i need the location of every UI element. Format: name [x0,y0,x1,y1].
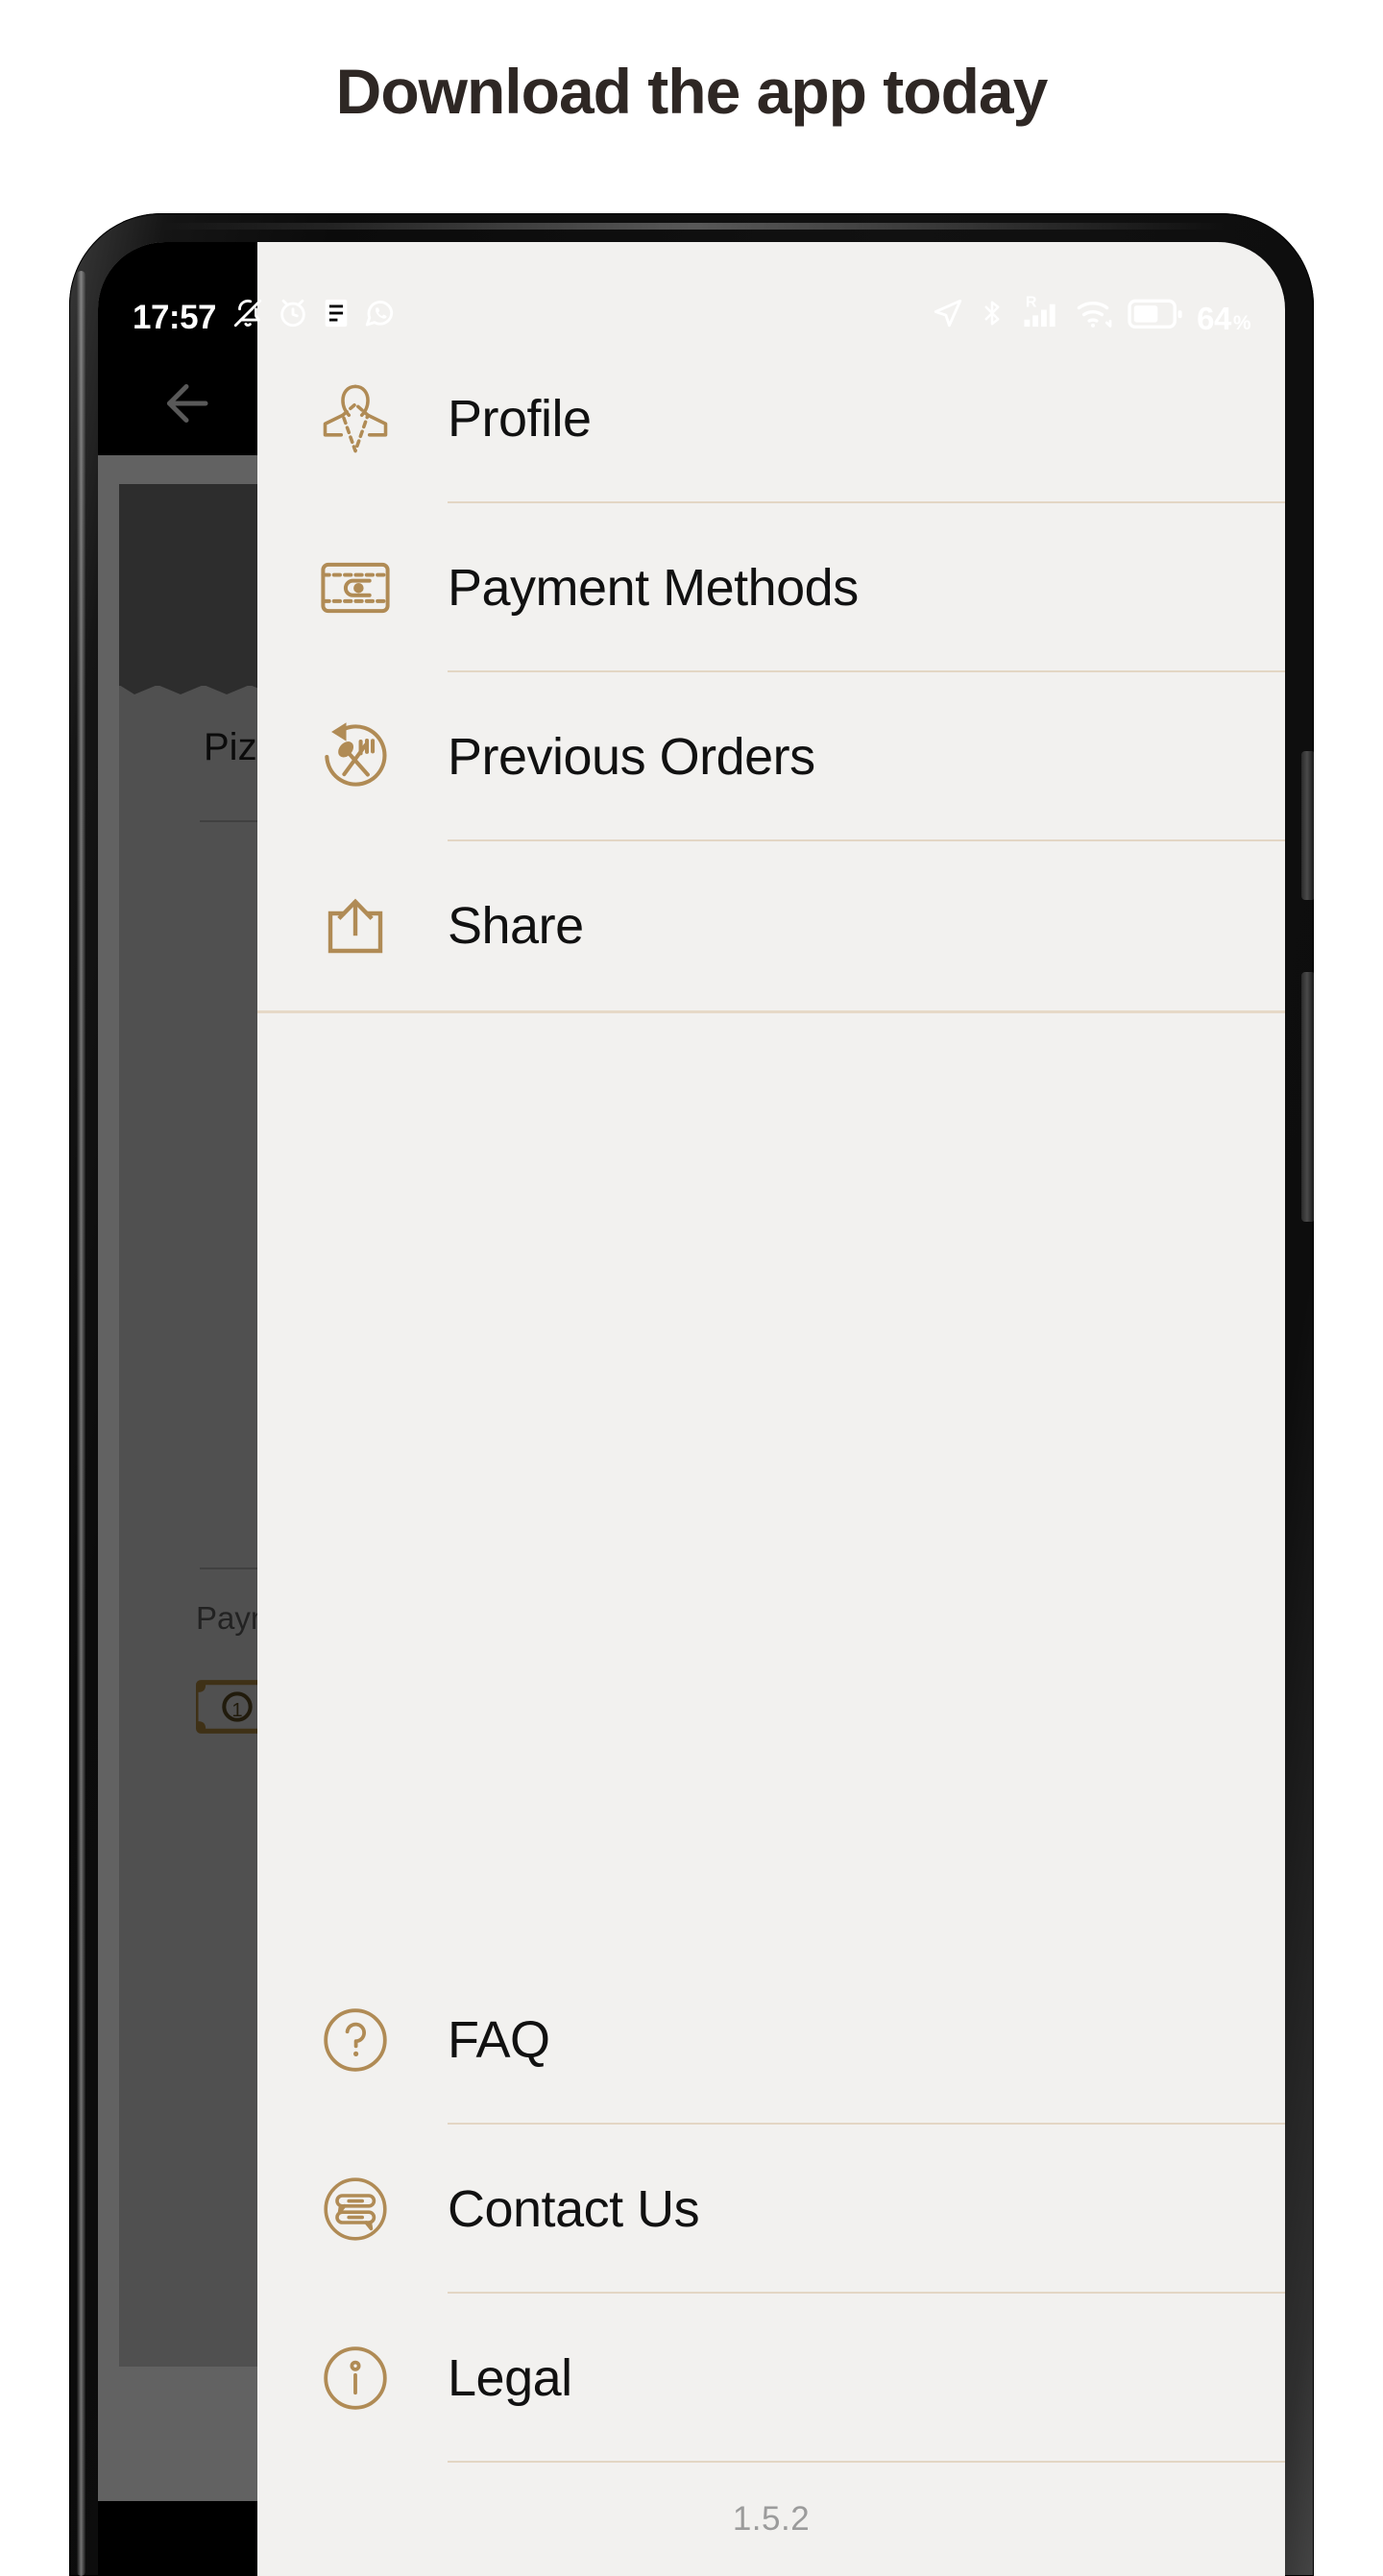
drawer-item-profile[interactable]: Profile [257,334,1285,503]
device-side-button-upper[interactable] [1301,751,1314,900]
status-bar-clock: 17:57 [133,299,217,336]
drawer-item-label: Contact Us [448,2180,700,2238]
alarm-clock-icon [277,297,309,334]
app-version-label: 1.5.2 [732,2500,811,2538]
drawer-item-payment-methods[interactable]: Payment Methods [257,503,1285,672]
phone-device-frame: Pizza Payment T 1 C [69,213,1314,2576]
drawer-item-previous-orders[interactable]: Previous Orders [257,672,1285,841]
drawer-item-divider [448,2461,1285,2463]
status-bar: 17:57 R 64 % [98,242,1285,348]
status-bar-left: 17:57 [133,297,396,334]
phone-screen: Pizza Payment T 1 C [98,242,1285,2576]
drawer-item-share[interactable]: Share [257,841,1285,1010]
drawer-item-label: Payment Methods [448,559,859,617]
drawer-secondary-group: FAQ Contact Us Legal [257,1956,1285,2463]
roaming-signal-icon: R [1020,293,1062,334]
drawer-flex-spacer [257,1013,1285,1956]
info-circle-icon [311,2334,400,2422]
question-circle-icon [311,1996,400,2084]
profile-icon [311,375,400,463]
page-title: Download the app today [335,56,1049,127]
drawer-item-label: Profile [448,390,592,448]
device-side-button-lower[interactable] [1301,972,1314,1222]
drawer-item-label: Previous Orders [448,728,815,786]
bell-off-icon [231,297,264,334]
status-bar-right: R 64 % [932,293,1251,334]
location-arrow-icon [932,297,964,334]
wallet-icon [311,544,400,632]
drawer-item-faq[interactable]: FAQ [257,1956,1285,2125]
battery-icon [1128,299,1183,334]
notes-icon [322,297,351,334]
wifi-icon [1076,297,1114,334]
device-bezel-highlight-top [161,223,1227,230]
battery-percent-label: 64% [1197,303,1250,334]
navigation-drawer: Profile Payment Methods Previous Orders … [257,242,1285,2576]
drawer-item-label: FAQ [448,2011,550,2069]
drawer-item-label: Share [448,897,584,955]
chat-bubbles-circle-icon [311,2165,400,2253]
device-bezel-highlight-left [77,271,85,2576]
battery-percent-value: 64 [1197,301,1231,336]
share-icon [311,882,400,970]
previous-orders-icon [311,713,400,801]
bluetooth-icon [978,297,1007,334]
drawer-item-contact-us[interactable]: Contact Us [257,2125,1285,2294]
battery-percent-symbol: % [1232,312,1251,334]
drawer-item-label: Legal [448,2349,572,2407]
whatsapp-icon [363,297,396,334]
drawer-item-legal[interactable]: Legal [257,2294,1285,2463]
svg-text:R: R [1026,294,1037,311]
drawer-primary-group: Profile Payment Methods Previous Orders … [257,334,1285,1013]
